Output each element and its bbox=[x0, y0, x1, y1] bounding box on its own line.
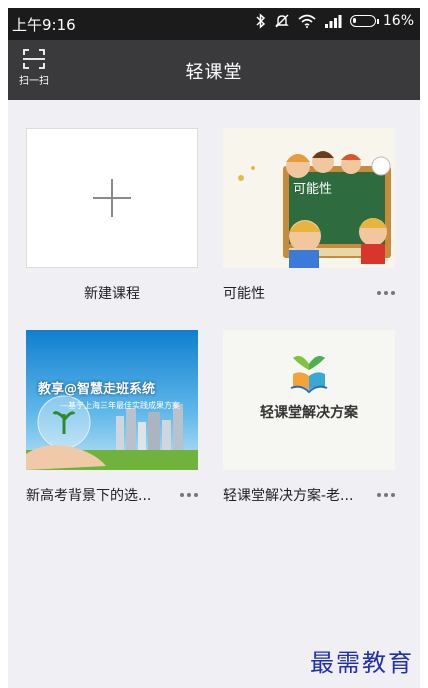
page-title: 轻课堂 bbox=[185, 62, 243, 83]
battery-percent: 16% bbox=[382, 13, 414, 29]
nav-bar: 扫一扫 轻课堂 bbox=[8, 40, 420, 100]
new-course-thumbnail[interactable] bbox=[26, 128, 198, 268]
phone-screen: 上午9:16 16% 扫一扫 轻课堂 新建课程 可能性 可能性 教享@智慧走班系… bbox=[8, 8, 420, 688]
cartoon-illustration bbox=[238, 151, 391, 268]
course-thumbnail[interactable]: 轻课堂解决方案 bbox=[223, 330, 395, 470]
watermark: 最需教育 bbox=[310, 649, 414, 677]
card-title: 新建课程 bbox=[84, 286, 140, 302]
status-time: 上午9:16 bbox=[12, 16, 76, 34]
mute-icon bbox=[275, 14, 289, 28]
course-card[interactable]: 轻课堂解决方案 轻课堂解决方案-老... bbox=[223, 330, 395, 510]
more-options-button[interactable] bbox=[373, 493, 395, 497]
course-thumbnail[interactable]: 可能性 bbox=[223, 128, 395, 268]
thumbnail-heading: 可能性 bbox=[293, 182, 333, 197]
course-card[interactable]: 教享@智慧走班系统 —基于上海三年最佳实践成果方案 新高考背景下的选... bbox=[26, 330, 198, 510]
battery-icon bbox=[349, 15, 376, 27]
course-card[interactable]: 可能性 可能性 bbox=[223, 128, 395, 308]
plus-icon bbox=[93, 179, 131, 217]
course-thumbnail[interactable]: 教享@智慧走班系统 —基于上海三年最佳实践成果方案 bbox=[26, 330, 198, 470]
thumbnail-subtitle: —基于上海三年最佳实践成果方案 bbox=[60, 401, 180, 410]
status-icons: 16% bbox=[256, 13, 414, 29]
card-title: 新高考背景下的选... bbox=[26, 488, 152, 504]
book-sprout-icon bbox=[290, 356, 328, 394]
battery-indicator: 16% bbox=[349, 13, 414, 29]
more-options-button[interactable] bbox=[176, 493, 198, 497]
bluetooth-icon bbox=[256, 13, 265, 29]
new-course-card[interactable]: 新建课程 bbox=[26, 128, 198, 308]
status-bar: 上午9:16 16% bbox=[8, 8, 420, 40]
wifi-icon bbox=[298, 14, 316, 28]
more-options-button[interactable] bbox=[373, 291, 395, 295]
thumbnail-heading: 教享@智慧走班系统 bbox=[38, 382, 156, 397]
card-title: 轻课堂解决方案-老... bbox=[223, 488, 354, 504]
signal-icon bbox=[324, 15, 342, 28]
card-title: 可能性 bbox=[223, 286, 265, 302]
thumbnail-heading: 轻课堂解决方案 bbox=[260, 405, 358, 421]
